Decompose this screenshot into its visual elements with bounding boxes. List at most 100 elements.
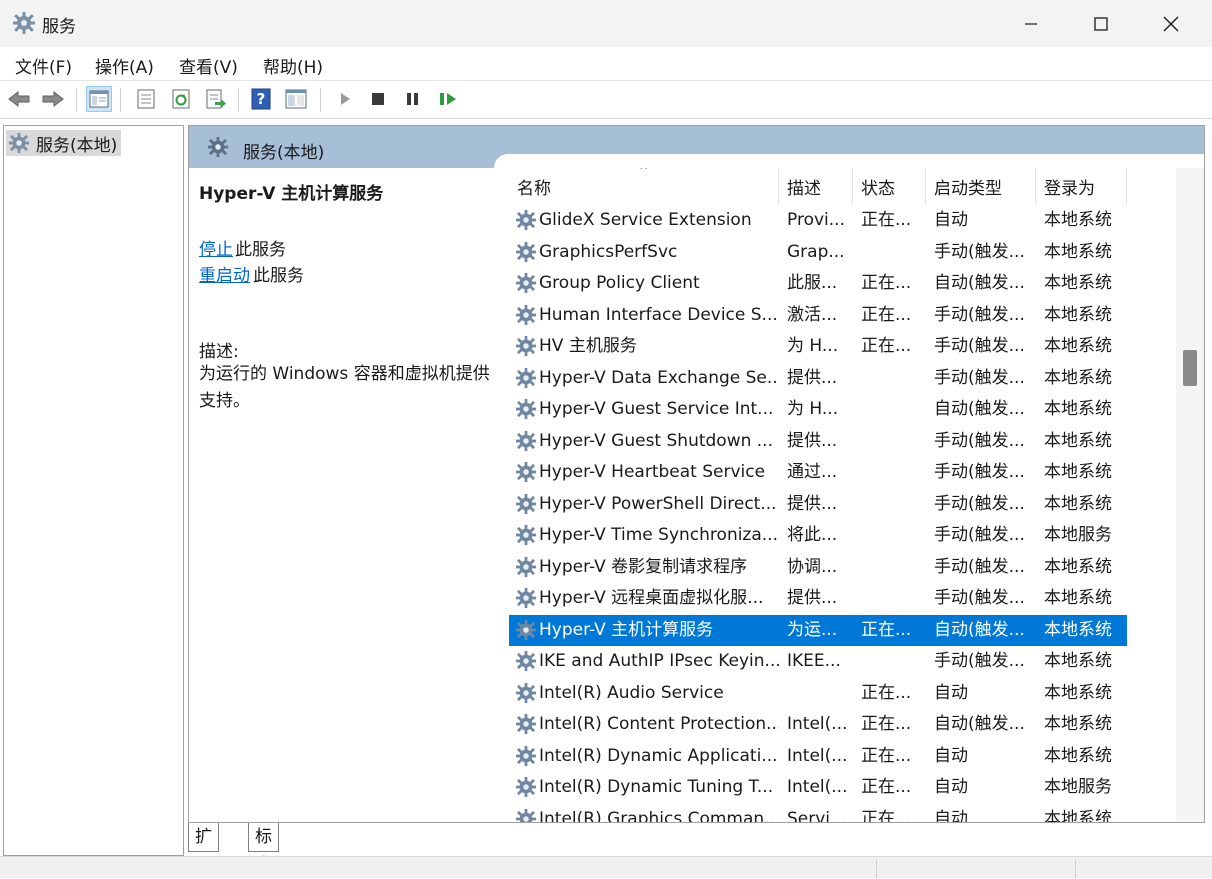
restart-service-link[interactable]: 重启动 <box>199 261 250 286</box>
service-row[interactable]: Human Interface Device S... 激活... 正在... 手动(… <box>509 300 1127 331</box>
service-logon-cell: 本地系统 <box>1044 619 1112 640</box>
restart-service-button[interactable] <box>435 86 461 112</box>
service-status-cell: 正在... <box>861 619 912 640</box>
service-gear-icon <box>515 461 537 483</box>
service-startup-type-cell: 手动(触发... <box>934 336 1025 356</box>
service-row[interactable]: Hyper-V Data Exchange Se... 提供... 手动(触发...… <box>509 363 1127 394</box>
service-status-cell <box>861 520 923 551</box>
service-row[interactable]: Hyper-V Guest Shutdown ... 提供... 手动(触发... 本… <box>509 426 1127 457</box>
pause-service-button[interactable] <box>399 86 425 112</box>
service-row[interactable]: Hyper-V Time Synchroniza... 将此... 手动(触发...… <box>509 520 1127 551</box>
service-row[interactable]: IKE and AuthIP IPsec Keyin... IKEE... 手动(触… <box>509 646 1127 677</box>
menu-view[interactable]: 查看(V) <box>179 53 238 78</box>
service-description-cell: Grap... <box>787 241 845 262</box>
column-header-description[interactable]: 描述 <box>779 168 853 205</box>
service-logon-cell: 本地系统 <box>1044 682 1112 703</box>
service-startup-type-cell: 自动(触发... <box>934 399 1025 419</box>
menu-action[interactable]: 操作(A) <box>95 53 154 78</box>
service-row[interactable]: Intel(R) Dynamic Applicati... Intel(... 正在… <box>509 741 1127 772</box>
selected-service-name: Hyper-V 主机计算服务 <box>199 184 384 204</box>
service-row[interactable]: Group Policy Client 此服... 正在... 自动(触发... 本地系… <box>509 268 1127 299</box>
tab-extended[interactable]: 扩展 <box>188 823 219 875</box>
service-row[interactable]: Intel(R) Content Protection... Intel(... 正… <box>509 709 1127 740</box>
refresh-button[interactable] <box>168 86 194 112</box>
service-name-cell: IKE and AuthIP IPsec Keyin... <box>539 651 779 671</box>
stop-service-link[interactable]: 停止 <box>199 235 233 260</box>
service-row[interactable]: Intel(R) Graphics Comman... Servi... 正在...… <box>509 804 1127 823</box>
service-row[interactable]: Intel(R) Audio Service 正在... 自动 本地系统 <box>509 678 1127 709</box>
service-row[interactable]: GraphicsPerfSvc Grap... 手动(触发... 本地系统 <box>509 237 1127 268</box>
start-service-button[interactable] <box>332 86 358 112</box>
service-gear-icon <box>515 493 537 515</box>
status-separator <box>876 859 877 878</box>
menu-file[interactable]: 文件(F) <box>15 53 72 78</box>
service-logon-cell: 本地系统 <box>1044 556 1112 577</box>
column-header-name[interactable]: 名称 ^ <box>509 168 779 205</box>
status-separator <box>1075 859 1076 878</box>
service-name-cell: Hyper-V Heartbeat Service <box>539 462 766 482</box>
properties-button[interactable] <box>133 86 159 112</box>
show-hide-console-tree-icon <box>89 90 109 108</box>
tree-item-label: 服务(本地) <box>36 135 118 156</box>
service-row[interactable]: Hyper-V 卷影复制请求程序 协调... 手动(触发... 本地系统 <box>509 552 1127 583</box>
service-gear-icon <box>515 398 537 420</box>
maximize-button[interactable] <box>1066 0 1136 47</box>
service-row[interactable]: GlideX Service Extension Provi... 正在... 自动 本… <box>509 205 1127 236</box>
restart-service-icon <box>440 93 456 105</box>
service-gear-icon <box>515 241 537 263</box>
stop-service-suffix: 此服务 <box>235 240 286 260</box>
service-gear-icon <box>515 430 537 452</box>
service-name-cell: Group Policy Client <box>539 273 700 293</box>
column-header-log-on-as[interactable]: 登录为 <box>1036 168 1127 205</box>
service-description-cell: Intel(... <box>787 745 848 766</box>
stop-service-button[interactable] <box>365 86 391 112</box>
service-description-cell: 此服... <box>787 273 838 293</box>
maximize-icon <box>1094 16 1108 31</box>
pause-service-icon <box>407 93 418 105</box>
help-icon: ? <box>251 88 271 110</box>
back-button[interactable] <box>6 86 32 112</box>
service-status-cell: 正在... <box>861 808 912 823</box>
service-logon-cell: 本地系统 <box>1044 493 1112 514</box>
service-row[interactable]: Hyper-V Guest Service Int... 为 H... 自动(触发.… <box>509 394 1127 425</box>
service-description-cell: 为运... <box>787 619 838 640</box>
service-row[interactable]: Hyper-V 远程桌面虚拟化服... 提供... 手动(触发... 本地系统 <box>509 583 1127 614</box>
vertical-scrollbar[interactable] <box>1176 168 1204 822</box>
service-row[interactable]: Hyper-V PowerShell Direct... 提供... 手动(触发..… <box>509 489 1127 520</box>
minimize-button[interactable] <box>996 0 1066 47</box>
service-name-cell: HV 主机服务 <box>539 336 637 356</box>
service-row[interactable]: Hyper-V Heartbeat Service 通过... 手动(触发... 本地… <box>509 457 1127 488</box>
menu-help[interactable]: 帮助(H) <box>263 53 323 78</box>
column-header-status[interactable]: 状态 <box>853 168 926 205</box>
service-gear-icon <box>515 619 537 641</box>
column-header-startup-type[interactable]: 启动类型 <box>926 168 1036 205</box>
menu-bar: 文件(F) 操作(A) 查看(V) 帮助(H) <box>0 47 1212 81</box>
service-startup-type-cell: 自动 <box>934 210 968 230</box>
export-list-button[interactable] <box>203 86 229 112</box>
show-hide-console-tree-button[interactable] <box>86 86 112 112</box>
tab-standard[interactable]: 标准 <box>248 823 279 875</box>
service-startup-type-cell: 手动(触发... <box>934 556 1025 577</box>
service-name-cell: Intel(R) Audio Service <box>539 682 724 703</box>
service-logon-cell: 本地系统 <box>1044 367 1112 388</box>
scrollbar-thumb[interactable] <box>1183 350 1197 386</box>
service-gear-icon <box>515 524 537 546</box>
service-row[interactable]: HV 主机服务 为 H... 正在... 手动(触发... 本地系统 <box>509 331 1127 362</box>
close-button[interactable] <box>1136 0 1206 47</box>
minimize-icon <box>1025 22 1037 25</box>
console-button[interactable] <box>283 86 309 112</box>
service-description-cell: 提供... <box>787 367 838 388</box>
help-button[interactable]: ? <box>248 86 274 112</box>
tree-item-services-local[interactable]: 服务(本地) <box>6 130 122 156</box>
service-name-cell: Hyper-V Guest Shutdown ... <box>539 430 773 451</box>
service-row[interactable]: Hyper-V 主机计算服务 为运... 正在... 自动(触发... 本地系统 <box>509 614 1127 646</box>
service-logon-cell: 本地系统 <box>1044 210 1112 230</box>
forward-button[interactable] <box>40 86 66 112</box>
service-logon-cell: 本地系统 <box>1044 745 1112 766</box>
service-name-cell: Human Interface Device S... <box>539 304 778 325</box>
service-row[interactable]: Intel(R) Dynamic Tuning T... Intel(... 正在.… <box>509 772 1127 803</box>
svg-text:?: ? <box>257 90 266 108</box>
service-name-cell: Intel(R) Content Protection... <box>539 714 779 734</box>
service-gear-icon <box>515 650 537 672</box>
service-status-cell <box>861 363 923 394</box>
